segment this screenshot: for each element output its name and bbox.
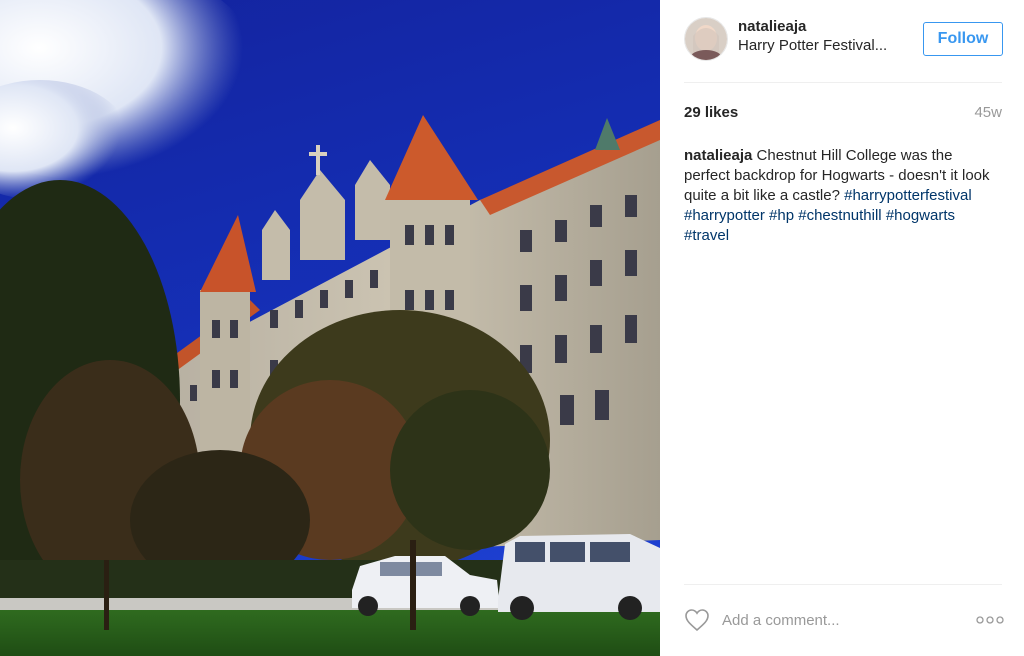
hashtag-link[interactable]: #harrypotterfestival <box>844 187 972 204</box>
post-header: natalieaja Harry Potter Festival... Foll… <box>684 14 1004 66</box>
hashtag-link[interactable]: #hp <box>769 207 794 224</box>
hashtag-link[interactable]: #travel <box>684 227 729 244</box>
avatar-image <box>685 18 727 60</box>
photo-image <box>0 0 660 656</box>
follow-button[interactable]: Follow <box>923 22 1003 56</box>
post-photo[interactable] <box>0 0 660 656</box>
likes-count[interactable]: 29 likes <box>684 104 738 121</box>
caption: natalieaja Chestnut Hill College was the… <box>684 146 994 246</box>
likes-row: 29 likes 45w <box>684 104 1002 124</box>
location-link[interactable]: Harry Potter Festival... <box>738 36 908 56</box>
post-details-panel: natalieaja Harry Potter Festival... Foll… <box>660 0 1024 656</box>
more-options-icon[interactable] <box>976 614 1004 626</box>
post-timestamp[interactable]: 45w <box>974 104 1002 121</box>
header-text: natalieaja Harry Potter Festival... <box>738 18 918 56</box>
divider <box>684 584 1002 585</box>
avatar[interactable] <box>684 17 728 61</box>
caption-username[interactable]: natalieaja <box>684 147 752 164</box>
hashtag-link[interactable]: #chestnuthill <box>798 207 881 224</box>
comment-input[interactable] <box>722 608 952 632</box>
heart-icon[interactable] <box>684 608 710 632</box>
username-link[interactable]: natalieaja <box>738 18 918 36</box>
hashtag-link[interactable]: #hogwarts <box>886 207 955 224</box>
hashtag-link[interactable]: #harrypotter <box>684 207 765 224</box>
comment-row <box>684 606 1004 636</box>
divider <box>684 82 1002 83</box>
